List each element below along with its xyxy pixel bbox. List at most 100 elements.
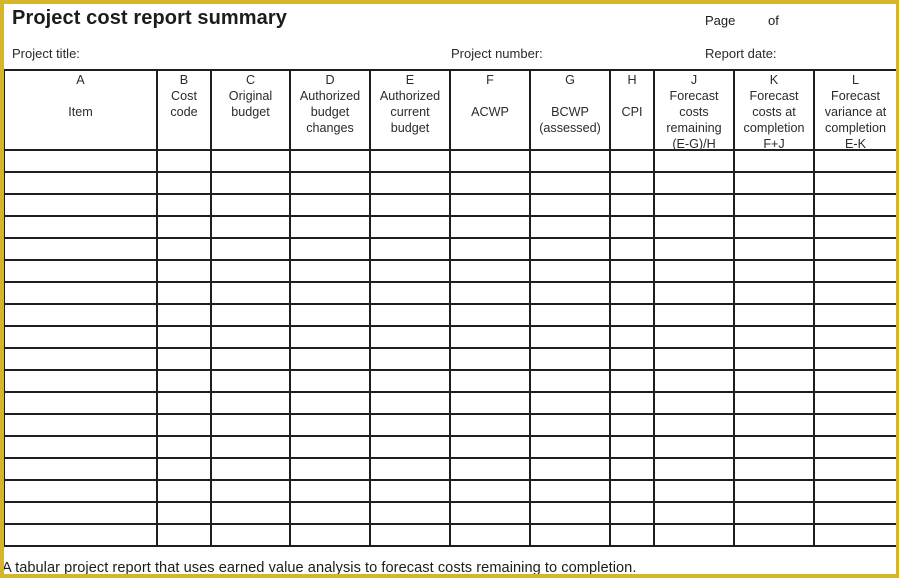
table-cell-d[interactable] bbox=[291, 525, 369, 545]
table-cell-d[interactable] bbox=[291, 261, 369, 281]
table-cell-a[interactable] bbox=[5, 305, 156, 325]
table-cell-h[interactable] bbox=[611, 393, 653, 413]
table-cell-c[interactable] bbox=[212, 195, 289, 215]
table-cell-b[interactable] bbox=[158, 525, 210, 545]
table-cell-j[interactable] bbox=[655, 327, 733, 347]
table-cell-g[interactable] bbox=[531, 305, 609, 325]
table-cell-j[interactable] bbox=[655, 349, 733, 369]
table-cell-a[interactable] bbox=[5, 371, 156, 391]
table-cell-h[interactable] bbox=[611, 503, 653, 523]
table-cell-h[interactable] bbox=[611, 261, 653, 281]
table-cell-a[interactable] bbox=[5, 151, 156, 171]
table-cell-b[interactable] bbox=[158, 151, 210, 171]
table-cell-l[interactable] bbox=[815, 481, 896, 501]
table-cell-c[interactable] bbox=[212, 305, 289, 325]
table-cell-g[interactable] bbox=[531, 459, 609, 479]
table-cell-f[interactable] bbox=[451, 481, 529, 501]
table-cell-e[interactable] bbox=[371, 173, 449, 193]
table-cell-j[interactable] bbox=[655, 503, 733, 523]
table-cell-l[interactable] bbox=[815, 349, 896, 369]
table-cell-d[interactable] bbox=[291, 437, 369, 457]
table-cell-h[interactable] bbox=[611, 173, 653, 193]
table-cell-b[interactable] bbox=[158, 261, 210, 281]
table-cell-b[interactable] bbox=[158, 173, 210, 193]
table-cell-k[interactable] bbox=[735, 239, 813, 259]
table-cell-e[interactable] bbox=[371, 217, 449, 237]
table-cell-f[interactable] bbox=[451, 261, 529, 281]
table-cell-b[interactable] bbox=[158, 415, 210, 435]
table-cell-j[interactable] bbox=[655, 481, 733, 501]
table-cell-d[interactable] bbox=[291, 503, 369, 523]
table-cell-a[interactable] bbox=[5, 525, 156, 545]
table-cell-l[interactable] bbox=[815, 173, 896, 193]
table-cell-b[interactable] bbox=[158, 481, 210, 501]
table-cell-j[interactable] bbox=[655, 459, 733, 479]
table-cell-h[interactable] bbox=[611, 371, 653, 391]
table-cell-j[interactable] bbox=[655, 415, 733, 435]
table-cell-a[interactable] bbox=[5, 239, 156, 259]
table-cell-f[interactable] bbox=[451, 393, 529, 413]
table-cell-e[interactable] bbox=[371, 239, 449, 259]
table-cell-f[interactable] bbox=[451, 195, 529, 215]
table-cell-c[interactable] bbox=[212, 437, 289, 457]
table-cell-d[interactable] bbox=[291, 393, 369, 413]
table-cell-l[interactable] bbox=[815, 217, 896, 237]
table-cell-b[interactable] bbox=[158, 459, 210, 479]
table-cell-h[interactable] bbox=[611, 151, 653, 171]
table-cell-a[interactable] bbox=[5, 327, 156, 347]
table-cell-a[interactable] bbox=[5, 393, 156, 413]
table-cell-f[interactable] bbox=[451, 415, 529, 435]
table-cell-f[interactable] bbox=[451, 173, 529, 193]
table-cell-k[interactable] bbox=[735, 459, 813, 479]
table-cell-g[interactable] bbox=[531, 151, 609, 171]
table-cell-a[interactable] bbox=[5, 503, 156, 523]
table-cell-k[interactable] bbox=[735, 217, 813, 237]
table-cell-f[interactable] bbox=[451, 305, 529, 325]
table-cell-f[interactable] bbox=[451, 151, 529, 171]
table-cell-j[interactable] bbox=[655, 195, 733, 215]
table-cell-b[interactable] bbox=[158, 195, 210, 215]
table-cell-b[interactable] bbox=[158, 503, 210, 523]
table-cell-k[interactable] bbox=[735, 305, 813, 325]
table-cell-c[interactable] bbox=[212, 327, 289, 347]
table-cell-h[interactable] bbox=[611, 437, 653, 457]
table-cell-f[interactable] bbox=[451, 503, 529, 523]
table-cell-c[interactable] bbox=[212, 283, 289, 303]
table-cell-k[interactable] bbox=[735, 327, 813, 347]
table-cell-b[interactable] bbox=[158, 305, 210, 325]
table-cell-e[interactable] bbox=[371, 261, 449, 281]
table-cell-k[interactable] bbox=[735, 349, 813, 369]
table-cell-e[interactable] bbox=[371, 459, 449, 479]
table-cell-b[interactable] bbox=[158, 239, 210, 259]
table-cell-a[interactable] bbox=[5, 173, 156, 193]
table-cell-j[interactable] bbox=[655, 283, 733, 303]
table-cell-d[interactable] bbox=[291, 459, 369, 479]
table-cell-g[interactable] bbox=[531, 195, 609, 215]
table-cell-c[interactable] bbox=[212, 371, 289, 391]
table-cell-h[interactable] bbox=[611, 327, 653, 347]
table-cell-g[interactable] bbox=[531, 503, 609, 523]
table-cell-g[interactable] bbox=[531, 371, 609, 391]
table-cell-c[interactable] bbox=[212, 173, 289, 193]
table-cell-l[interactable] bbox=[815, 305, 896, 325]
table-cell-g[interactable] bbox=[531, 415, 609, 435]
table-cell-k[interactable] bbox=[735, 481, 813, 501]
table-cell-f[interactable] bbox=[451, 459, 529, 479]
table-cell-a[interactable] bbox=[5, 195, 156, 215]
table-cell-a[interactable] bbox=[5, 261, 156, 281]
table-cell-e[interactable] bbox=[371, 151, 449, 171]
table-cell-f[interactable] bbox=[451, 239, 529, 259]
table-cell-d[interactable] bbox=[291, 481, 369, 501]
table-cell-j[interactable] bbox=[655, 173, 733, 193]
table-cell-l[interactable] bbox=[815, 437, 896, 457]
table-cell-f[interactable] bbox=[451, 371, 529, 391]
table-cell-g[interactable] bbox=[531, 261, 609, 281]
table-cell-f[interactable] bbox=[451, 525, 529, 545]
table-cell-k[interactable] bbox=[735, 503, 813, 523]
table-cell-b[interactable] bbox=[158, 393, 210, 413]
table-cell-h[interactable] bbox=[611, 195, 653, 215]
table-cell-l[interactable] bbox=[815, 503, 896, 523]
table-cell-k[interactable] bbox=[735, 173, 813, 193]
table-cell-e[interactable] bbox=[371, 415, 449, 435]
table-cell-c[interactable] bbox=[212, 349, 289, 369]
